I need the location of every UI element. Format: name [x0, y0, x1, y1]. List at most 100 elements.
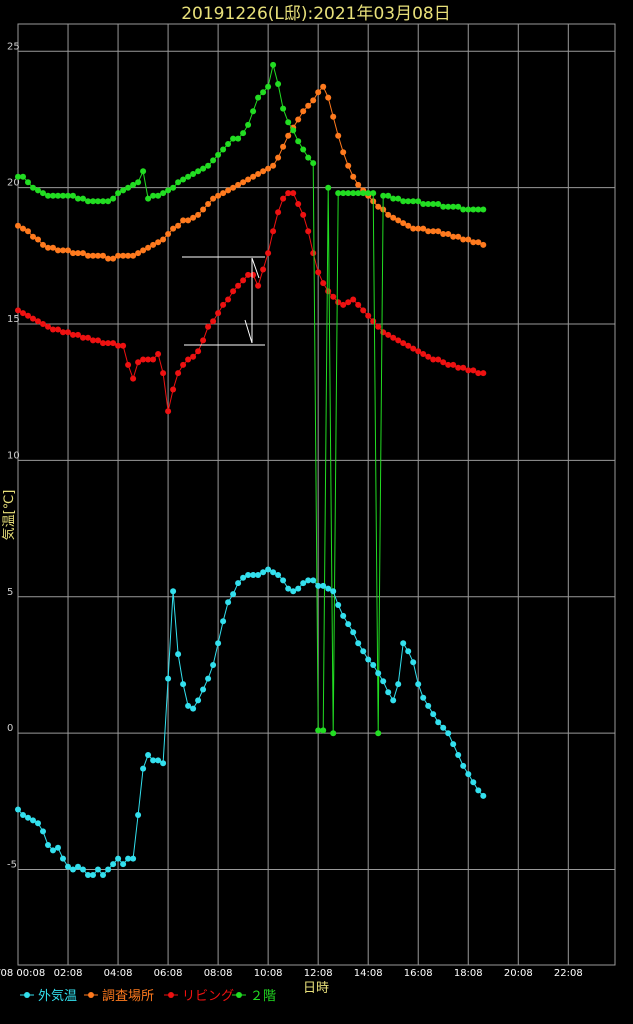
data-point: [410, 659, 417, 666]
data-point: [105, 866, 112, 873]
data-point: [250, 271, 257, 278]
data-point: [295, 585, 302, 592]
data-point: [360, 648, 367, 655]
data-point: [345, 162, 352, 169]
data-point: [300, 108, 307, 115]
data-point: [155, 351, 162, 357]
data-point: [255, 282, 262, 289]
annotation-tick-b: [244, 319, 253, 344]
legend-swatch-dot: [24, 992, 30, 998]
data-point: [480, 206, 487, 213]
series-line: [17, 568, 484, 876]
data-point: [325, 288, 332, 295]
legend-label: リビング: [182, 989, 234, 1004]
data-point: [375, 730, 382, 737]
data-point: [280, 143, 287, 150]
data-point: [285, 119, 292, 126]
data-point: [45, 842, 51, 848]
data-point: [235, 135, 242, 142]
chart-title: 20191226(L邸):2021年03月08日: [181, 4, 451, 24]
y-tick-label: 10: [7, 450, 20, 461]
data-point: [135, 812, 142, 818]
data-point: [335, 132, 342, 139]
x-tick-label: 10:08: [254, 968, 283, 979]
data-point: [40, 828, 46, 835]
legend-swatch-dot: [168, 992, 174, 998]
data-point: [130, 855, 137, 862]
data-point: [280, 105, 287, 112]
x-axis-label: 日時: [303, 981, 329, 996]
data-point: [180, 361, 187, 368]
x-tick-label: 18:08: [454, 968, 483, 979]
data-point: [370, 662, 377, 668]
data-point: [425, 702, 432, 709]
data-point: [255, 94, 262, 101]
data-point: [320, 83, 327, 90]
data-point: [480, 241, 487, 248]
data-point: [310, 577, 317, 584]
data-point: [335, 602, 342, 608]
data-point: [460, 762, 467, 769]
data-point: [350, 296, 357, 303]
data-point: [170, 588, 177, 595]
x-tick-label: 3/08 00:08: [0, 968, 45, 979]
data-point: [175, 222, 182, 229]
data-point: [280, 577, 287, 584]
x-tick-labels: 3/08 00:08 02:08 04:08 06:08 08:08 10:08 12:08…: [0, 968, 583, 979]
data-point: [435, 719, 442, 726]
legend-swatch-dot: [236, 992, 242, 998]
data-point: [300, 211, 307, 218]
data-point: [175, 651, 182, 658]
data-point: [260, 266, 267, 273]
data-point: [135, 179, 142, 186]
data-point: [80, 866, 86, 873]
data-point: [230, 288, 237, 295]
data-point: [480, 370, 487, 377]
series-2: [15, 190, 487, 415]
data-point: [355, 181, 362, 188]
data-point: [320, 280, 327, 287]
data-point: [240, 130, 247, 137]
x-tick-label: 02:08: [54, 968, 83, 979]
data-point: [55, 844, 61, 851]
data-point: [110, 861, 117, 868]
legend-swatch-dot: [88, 992, 94, 998]
series-line: [18, 64, 484, 734]
data-point: [330, 293, 337, 300]
data-point: [440, 724, 447, 731]
x-tick-label: 08:08: [204, 968, 233, 979]
data-point: [145, 752, 152, 758]
x-tick-label: 22:08: [554, 968, 583, 979]
data-point: [210, 662, 217, 668]
data-point: [205, 201, 212, 207]
data-point: [35, 236, 41, 243]
data-point: [315, 269, 322, 276]
data-point: [340, 149, 347, 156]
data-point: [295, 138, 302, 145]
data-point: [60, 855, 66, 862]
data-point: [285, 132, 292, 139]
data-point: [195, 348, 202, 355]
data-point: [330, 113, 337, 120]
data-point: [165, 675, 172, 682]
data-point: [110, 195, 117, 202]
data-point: [290, 190, 297, 197]
data-point: [470, 779, 477, 786]
data-point: [330, 588, 337, 595]
data-point: [360, 307, 367, 314]
data-point: [340, 612, 347, 619]
data-point: [215, 310, 222, 317]
x-tick-label: 04:08: [104, 968, 133, 979]
data-point: [370, 318, 377, 325]
data-point: [120, 342, 127, 349]
series-layer: [15, 61, 487, 878]
data-point: [195, 697, 202, 704]
data-point: [455, 752, 462, 758]
data-point: [390, 697, 397, 704]
data-point: [480, 792, 487, 799]
data-point: [165, 408, 172, 415]
data-point: [120, 861, 127, 868]
data-point: [215, 640, 222, 647]
data-point: [20, 173, 26, 180]
data-point: [460, 364, 467, 371]
